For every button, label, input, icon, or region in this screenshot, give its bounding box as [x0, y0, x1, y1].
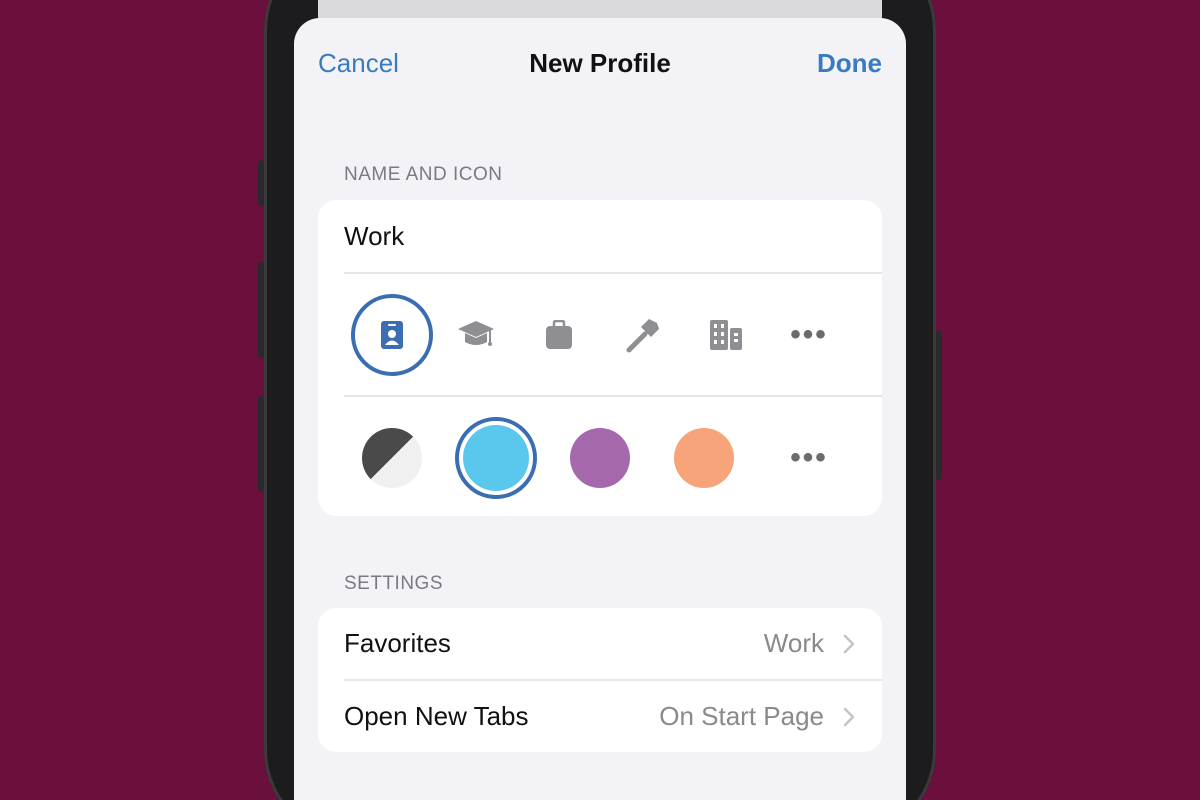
cancel-button[interactable]: Cancel [318, 44, 399, 82]
favorites-row[interactable]: Favorites Work [318, 608, 882, 679]
name-and-icon-header: NAME AND ICON [344, 164, 503, 185]
building-icon [710, 319, 742, 350]
open-new-tabs-label: Open New Tabs [344, 701, 529, 731]
color-swatch [570, 427, 630, 488]
open-new-tabs-value: On Start Page [659, 701, 824, 731]
color-swatch [674, 427, 734, 488]
favorites-label: Favorites [344, 628, 451, 658]
id-badge-icon-option[interactable] [351, 293, 433, 376]
color-option-orange[interactable] [674, 427, 734, 488]
color-picker-row: ••• [318, 397, 882, 516]
building-icon-option[interactable] [708, 319, 744, 351]
done-button[interactable]: Done [817, 44, 882, 82]
settings-header: SETTINGS [344, 573, 444, 594]
color-swatch [362, 427, 422, 488]
color-option-blue[interactable] [455, 416, 537, 499]
color-option-black-white[interactable] [362, 427, 422, 488]
hammer-icon-option[interactable] [625, 317, 661, 353]
color-swatch [463, 424, 529, 491]
open-new-tabs-row[interactable]: Open New Tabs On Start Page [318, 681, 882, 752]
volume-down-button [258, 396, 264, 492]
icon-picker-row: ••• [318, 274, 882, 395]
color-option-purple[interactable] [570, 427, 630, 488]
graduation-cap-icon-option[interactable] [456, 317, 496, 353]
new-profile-sheet: New Profile Cancel Done NAME AND ICON Wo… [294, 18, 906, 800]
volume-up-button [258, 262, 264, 358]
profile-name-field[interactable]: Work [318, 200, 882, 272]
navigation-bar: New Profile Cancel Done [294, 44, 906, 82]
name-and-icon-card: Work ••• ••• [318, 200, 882, 516]
selected-ring [351, 293, 433, 376]
chevron-right-icon [843, 634, 855, 653]
briefcase-icon-option[interactable] [545, 319, 573, 350]
more-icons-button[interactable]: ••• [790, 318, 828, 352]
favorites-value: Work [763, 628, 824, 658]
graduation-cap-icon [458, 320, 494, 346]
id-badge-icon [381, 320, 403, 349]
mute-switch [258, 160, 264, 206]
power-button [936, 330, 942, 480]
selected-ring [455, 416, 537, 499]
settings-card: Favorites Work Open New Tabs On Start Pa… [318, 608, 882, 752]
more-colors-button[interactable]: ••• [790, 441, 828, 475]
briefcase-icon [546, 319, 572, 349]
hammer-icon [626, 318, 659, 352]
chevron-right-icon [843, 707, 855, 726]
